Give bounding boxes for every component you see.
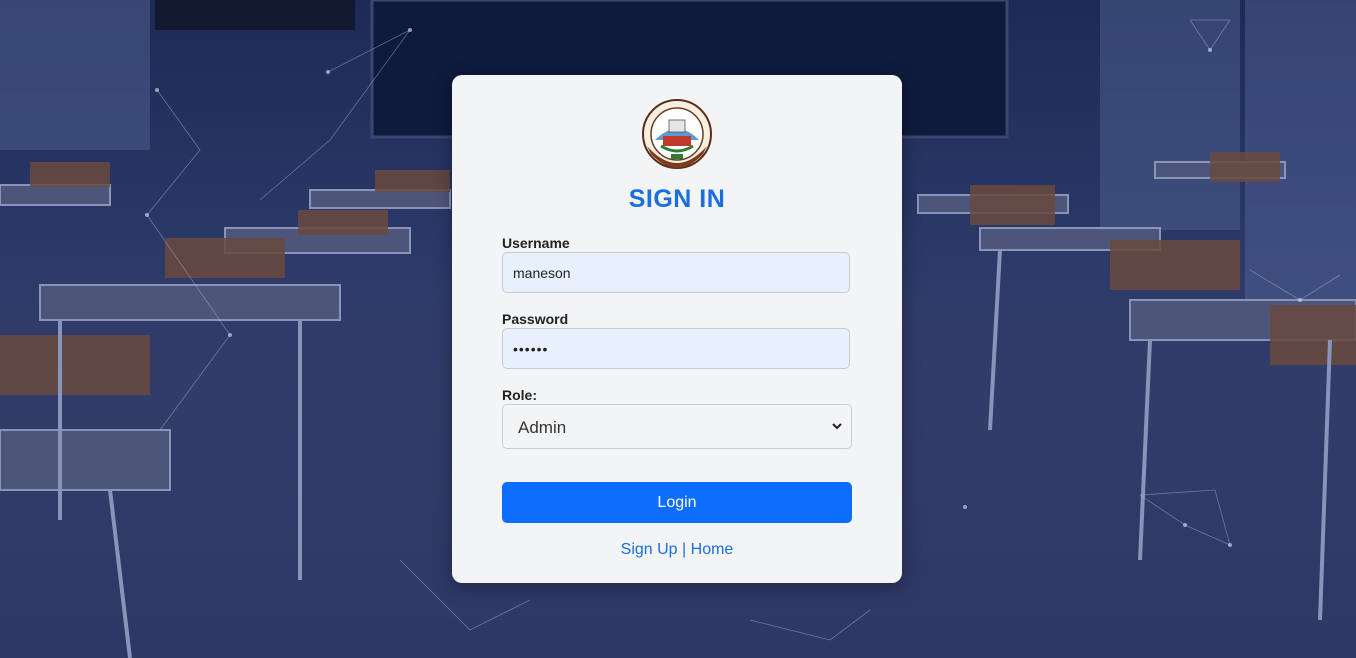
username-label: Username xyxy=(502,235,570,251)
role-select[interactable]: Admin xyxy=(502,404,852,449)
role-selected-value: Admin xyxy=(518,418,567,437)
username-input[interactable] xyxy=(502,252,850,293)
password-label: Password xyxy=(502,311,569,327)
page-title: SIGN IN xyxy=(628,185,726,213)
chevron-down-icon xyxy=(832,423,842,430)
school-crest-logo xyxy=(642,99,712,169)
footer-links: Sign Up | Home xyxy=(452,541,902,559)
login-button[interactable]: Login xyxy=(502,482,852,523)
link-separator: | xyxy=(682,541,687,558)
signup-link[interactable]: Sign Up xyxy=(621,541,678,558)
home-link[interactable]: Home xyxy=(691,541,734,558)
role-label: Role: xyxy=(502,387,537,403)
password-input[interactable] xyxy=(502,328,850,369)
signin-card: SIGN IN Username Password Role: Admin Lo… xyxy=(452,75,902,583)
